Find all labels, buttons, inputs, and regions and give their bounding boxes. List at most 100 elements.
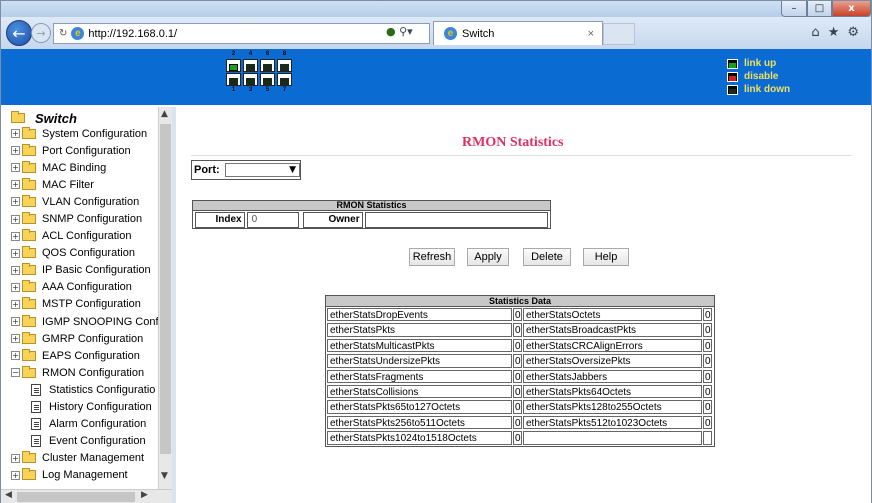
arrow-right-icon: →: [36, 26, 46, 40]
port-7[interactable]: [277, 73, 292, 86]
home-icon[interactable]: ⌂: [811, 25, 819, 40]
maximize-button[interactable]: □: [807, 1, 832, 17]
expand-icon[interactable]: +: [11, 129, 20, 139]
expand-icon[interactable]: +: [11, 265, 20, 275]
scroll-thumb[interactable]: [160, 124, 171, 454]
port-3[interactable]: [243, 73, 258, 86]
table-row: etherStatsFragments 0 etherStatsJabbers 0: [326, 369, 714, 384]
refresh-page-icon[interactable]: ↻: [59, 28, 67, 39]
stat-name: [522, 431, 703, 445]
sidebar-item-cluster[interactable]: + Cluster Management: [1, 450, 161, 467]
stat-name: etherStatsPkts1024to1518Octets: [327, 431, 513, 445]
table-row: etherStatsPkts256to511Octets 0 etherStatsP…: [326, 415, 714, 430]
sidebar-item-aaa[interactable]: + AAA Configuration: [1, 279, 161, 296]
expand-icon[interactable]: +: [11, 334, 20, 344]
port-4[interactable]: [243, 59, 258, 72]
sidebar-vertical-scrollbar[interactable]: ▲ ▼: [158, 107, 172, 489]
stat-name: etherStatsPkts512to1023Octets: [522, 415, 703, 430]
owner-input[interactable]: [364, 211, 548, 228]
new-tab-button[interactable]: [603, 23, 635, 45]
expand-icon[interactable]: +: [11, 231, 20, 241]
delete-button[interactable]: Delete: [523, 248, 571, 266]
folder-icon: [22, 160, 36, 173]
address-bar[interactable]: ↻ e http://192.168.0.1/: [53, 23, 430, 44]
expand-icon[interactable]: +: [11, 146, 20, 156]
sidebar-item-log[interactable]: + Log Management: [1, 467, 161, 484]
expand-icon[interactable]: +: [11, 317, 20, 327]
expand-icon[interactable]: +: [11, 351, 20, 361]
sidebar-horizontal-scrollbar[interactable]: ◀ ▶: [1, 489, 172, 503]
scroll-left-icon[interactable]: ◀: [5, 490, 12, 500]
collapse-icon[interactable]: −: [11, 368, 20, 378]
search-icon[interactable]: ⚲▾: [399, 25, 413, 38]
back-button[interactable]: ←: [6, 20, 32, 46]
expand-icon[interactable]: +: [11, 163, 20, 173]
help-button[interactable]: Help: [583, 248, 629, 266]
port-1[interactable]: [226, 73, 241, 86]
sidebar-item-vlan[interactable]: + VLAN Configuration: [1, 193, 161, 210]
expand-icon[interactable]: +: [11, 453, 20, 463]
expand-icon[interactable]: +: [11, 299, 20, 309]
scroll-up-icon[interactable]: ▲: [161, 109, 168, 119]
apply-button[interactable]: Apply: [467, 248, 509, 266]
sidebar-item-port[interactable]: + Port Configuration: [1, 142, 161, 159]
browser-window: – □ x ← → ↻ e http://192.168.0.1/ ● ⚲▾ e…: [0, 0, 872, 503]
browser-tab[interactable]: e Switch ×: [433, 21, 603, 45]
tab-close-icon[interactable]: ×: [588, 28, 594, 40]
page-content: 2 4 6 8 1 3 5 7 link up disable link dow…: [1, 49, 871, 503]
folder-icon: [22, 194, 36, 207]
sidebar-item-gmrp[interactable]: + GMRP Configuration: [1, 330, 161, 347]
port-5[interactable]: [260, 73, 275, 86]
nav-tree: Switch + System Configuration + Port Confi…: [1, 107, 161, 489]
forward-button[interactable]: →: [31, 23, 51, 43]
table-row: etherStatsDropEvents 0 etherStatsOctets 0: [326, 307, 714, 322]
scroll-thumb[interactable]: [17, 492, 135, 502]
scroll-right-icon[interactable]: ▶: [141, 490, 148, 500]
stat-name: etherStatsPkts128to255Octets: [522, 400, 703, 414]
folder-open-icon: [22, 365, 36, 378]
sidebar-item-alarm-config[interactable]: Alarm Configuration: [1, 416, 161, 433]
expand-icon[interactable]: +: [11, 180, 20, 190]
port-6[interactable]: [260, 59, 275, 72]
sidebar-item-event-config[interactable]: Event Configuration: [1, 433, 161, 450]
minimize-button[interactable]: –: [781, 1, 807, 17]
expand-icon[interactable]: +: [11, 197, 20, 207]
sidebar-item-mac-binding[interactable]: + MAC Binding: [1, 159, 161, 176]
stat-name: etherStatsDropEvents: [327, 308, 513, 322]
gear-icon[interactable]: ⚙: [847, 25, 859, 40]
sidebar-item-rmon[interactable]: − RMON Configuration: [1, 364, 161, 381]
sidebar-item-mac-filter[interactable]: + MAC Filter: [1, 176, 161, 193]
sidebar-item-history-config[interactable]: History Configuration: [1, 399, 161, 416]
port-2[interactable]: [226, 59, 241, 72]
close-window-button[interactable]: x: [832, 1, 871, 17]
sidebar-item-system[interactable]: + System Configuration: [1, 125, 161, 142]
page-icon: [31, 401, 41, 414]
index-input[interactable]: 0: [246, 211, 300, 228]
sidebar-item-acl[interactable]: + ACL Configuration: [1, 228, 161, 245]
port-dropdown[interactable]: ▼: [224, 163, 300, 177]
switch-panel-banner: 2 4 6 8 1 3 5 7 link up disable link dow…: [1, 49, 871, 105]
port-8[interactable]: [277, 59, 292, 72]
compat-icon[interactable]: ●: [386, 25, 396, 38]
sidebar-item-statistics-config[interactable]: Statistics Configuratio: [1, 381, 161, 398]
tree-root[interactable]: Switch: [1, 111, 161, 126]
sidebar-item-mstp[interactable]: + MSTP Configuration: [1, 296, 161, 313]
expand-icon[interactable]: +: [11, 214, 20, 224]
sidebar-item-snmp[interactable]: + SNMP Configuration: [1, 210, 161, 227]
sidebar-item-ip-basic[interactable]: + IP Basic Configuration: [1, 262, 161, 279]
sidebar-item-eaps[interactable]: + EAPS Configuration: [1, 347, 161, 364]
sidebar-item-igmp[interactable]: + IGMP SNOOPING Confi: [1, 313, 161, 330]
address-controls[interactable]: ● ⚲▾: [386, 25, 413, 38]
sidebar-item-qos[interactable]: + QOS Configuration: [1, 245, 161, 262]
expand-icon[interactable]: +: [11, 248, 20, 258]
folder-icon: [22, 177, 36, 190]
chevron-down-icon: ▼: [289, 165, 296, 175]
stat-value: 0: [703, 308, 712, 322]
star-icon[interactable]: ★: [828, 25, 840, 40]
expand-icon[interactable]: +: [11, 282, 20, 292]
url-text: http://192.168.0.1/: [88, 27, 178, 40]
stat-value: 0: [513, 431, 522, 445]
refresh-button[interactable]: Refresh: [409, 248, 455, 266]
scroll-down-icon[interactable]: ▼: [161, 471, 168, 481]
expand-icon[interactable]: +: [11, 470, 20, 480]
